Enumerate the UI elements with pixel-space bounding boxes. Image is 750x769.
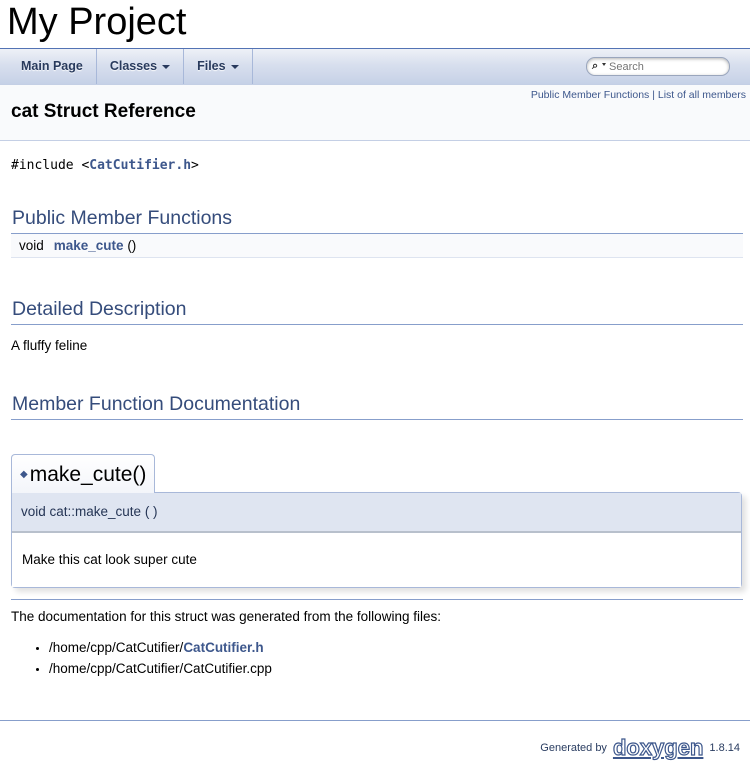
member-title: ◆make_cute() xyxy=(11,454,156,493)
source-file-list: /home/cpp/CatCutifier/CatCutifier.h /hom… xyxy=(11,637,743,679)
search-icon[interactable]: ⌕ xyxy=(592,58,598,75)
include-line: #include <CatCutifier.h> xyxy=(11,158,743,173)
member-prototype: void cat::make_cute ( ) xyxy=(12,493,741,533)
caret-down-icon xyxy=(230,64,239,69)
include-suffix: > xyxy=(191,158,199,173)
tab-label: Main Page xyxy=(21,59,83,73)
search-input[interactable] xyxy=(609,58,719,75)
source-file-item: /home/cpp/CatCutifier/CatCutifier.h xyxy=(49,637,743,658)
generated-by: Generated by doxygen 1.8.14 xyxy=(540,734,740,761)
tab-classes[interactable]: Classes xyxy=(97,49,185,84)
member-doc: Make this cat look super cute xyxy=(12,533,741,587)
member-link-make-cute[interactable]: make_cute xyxy=(54,238,124,253)
caret-down-icon xyxy=(162,64,171,69)
search-box: ⌕ xyxy=(586,57,730,76)
section-heading-detailed-description: Detailed Description xyxy=(11,298,743,325)
diamond-icon: ◆ xyxy=(20,469,28,481)
detailed-description-text: A fluffy feline xyxy=(11,338,88,353)
doxygen-logo[interactable]: doxygen xyxy=(612,734,704,761)
summary-links: Public Member Functions | List of all me… xyxy=(531,89,746,101)
include-file-link[interactable]: CatCutifier.h xyxy=(89,158,191,173)
search-options-caret-icon[interactable] xyxy=(602,63,606,66)
footer: Generated by doxygen 1.8.14 xyxy=(0,720,750,769)
summary-link-list-of-all-members[interactable]: List of all members xyxy=(658,89,746,101)
file-path-prefix: /home/cpp/CatCutifier/ xyxy=(49,640,184,655)
summary-separator: | xyxy=(649,89,658,101)
generated-by-label: Generated by xyxy=(540,742,607,754)
page-title: cat Struct Reference xyxy=(11,101,196,122)
member-item: void cat::make_cute ( ) Make this cat lo… xyxy=(11,492,742,588)
contents: #include <CatCutifier.h> Public Member F… xyxy=(0,158,750,679)
tab-label: Files xyxy=(197,59,226,73)
member-return-type: void xyxy=(19,238,44,253)
section-heading-member-function-documentation: Member Function Documentation xyxy=(11,393,743,420)
member-title-text: make_cute() xyxy=(29,463,147,486)
main-nav: Main Page Classes Files ⌕ xyxy=(0,49,750,85)
project-name: My Project xyxy=(7,1,187,43)
source-file-name: CatCutifier.cpp xyxy=(183,661,272,676)
doxygen-version: 1.8.14 xyxy=(709,742,740,754)
include-prefix: #include < xyxy=(11,158,90,173)
generated-from-text: The documentation for this struct was ge… xyxy=(11,609,441,624)
member-row: void make_cute () xyxy=(11,234,743,258)
title-area: My Project xyxy=(0,0,750,49)
member-args: () xyxy=(123,238,137,253)
section-heading-public-member-functions: Public Member Functions xyxy=(11,207,743,234)
tab-label: Classes xyxy=(109,59,158,73)
source-file-link[interactable]: CatCutifier.h xyxy=(183,640,263,655)
file-path-prefix: /home/cpp/CatCutifier/ xyxy=(49,661,184,676)
divider xyxy=(11,599,743,600)
source-file-item: /home/cpp/CatCutifier/CatCutifier.cpp xyxy=(49,658,743,679)
tab-files[interactable]: Files xyxy=(184,49,253,84)
summary-link-public-member-functions[interactable]: Public Member Functions xyxy=(531,89,649,101)
page-header: Public Member Functions | List of all me… xyxy=(0,85,750,141)
tab-main-page[interactable]: Main Page xyxy=(0,49,97,84)
